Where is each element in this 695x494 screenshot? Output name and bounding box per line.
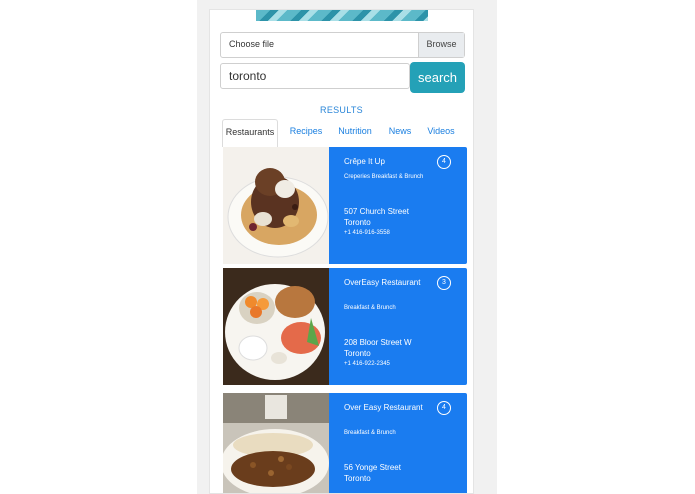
restaurant-categories: Creperies Breakfast & Brunch [344, 174, 424, 180]
restaurant-categories: Breakfast & Brunch [344, 305, 396, 311]
restaurant-phone: +1 416-916-3558 [344, 230, 390, 236]
restaurant-photo [223, 393, 329, 493]
tab-restaurants[interactable]: Restaurants [222, 119, 278, 147]
tab-news[interactable]: News [384, 119, 416, 147]
rating-badge: 3 [437, 276, 451, 290]
restaurant-name[interactable]: Crêpe It Up [344, 156, 436, 167]
restaurant-name[interactable]: OverEasy Restaurant [344, 277, 436, 288]
search-button[interactable]: search [410, 62, 465, 93]
restaurant-categories: Breakfast & Brunch [344, 430, 396, 436]
restaurant-info: OverEasy Restaurant Breakfast & Brunch 2… [329, 268, 467, 385]
restaurant-city: Toronto [344, 474, 371, 483]
choose-file-label: Choose file [229, 39, 275, 49]
browse-button[interactable]: Browse [418, 33, 464, 57]
restaurant-photo [223, 268, 329, 385]
tab-videos[interactable]: Videos [423, 119, 459, 147]
restaurant-street: 208 Bloor Street W [344, 338, 412, 347]
restaurant-street: 56 Yonge Street [344, 463, 401, 472]
search-input[interactable] [220, 63, 410, 89]
restaurant-phone: +1 416-922-2345 [344, 361, 390, 367]
tab-nutrition[interactable]: Nutrition [334, 119, 376, 147]
tab-recipes[interactable]: Recipes [284, 119, 328, 147]
restaurant-city: Toronto [344, 218, 371, 227]
restaurant-street: 507 Church Street [344, 207, 409, 216]
restaurant-info: Over Easy Restaurant Breakfast & Brunch … [329, 393, 467, 493]
restaurant-photo [223, 147, 329, 264]
results-heading: RESULTS [320, 105, 363, 115]
header-banner-image [256, 10, 428, 21]
restaurant-city: Toronto [344, 349, 371, 358]
rating-badge: 4 [437, 155, 451, 169]
file-upload-field[interactable]: Choose file Browse [220, 32, 465, 58]
rating-badge: 4 [437, 401, 451, 415]
results-tabs: Restaurants Recipes Nutrition News Video… [222, 119, 465, 147]
restaurant-card[interactable]: OverEasy Restaurant Breakfast & Brunch 2… [223, 268, 468, 385]
restaurant-card[interactable]: Over Easy Restaurant Breakfast & Brunch … [223, 393, 468, 493]
mobile-app-panel: Choose file Browse search RESULTS Restau… [209, 9, 474, 494]
restaurant-info: Crêpe It Up Creperies Breakfast & Brunch… [329, 147, 467, 264]
restaurant-card[interactable]: Crêpe It Up Creperies Breakfast & Brunch… [223, 147, 468, 264]
restaurant-name[interactable]: Over Easy Restaurant [344, 402, 436, 413]
